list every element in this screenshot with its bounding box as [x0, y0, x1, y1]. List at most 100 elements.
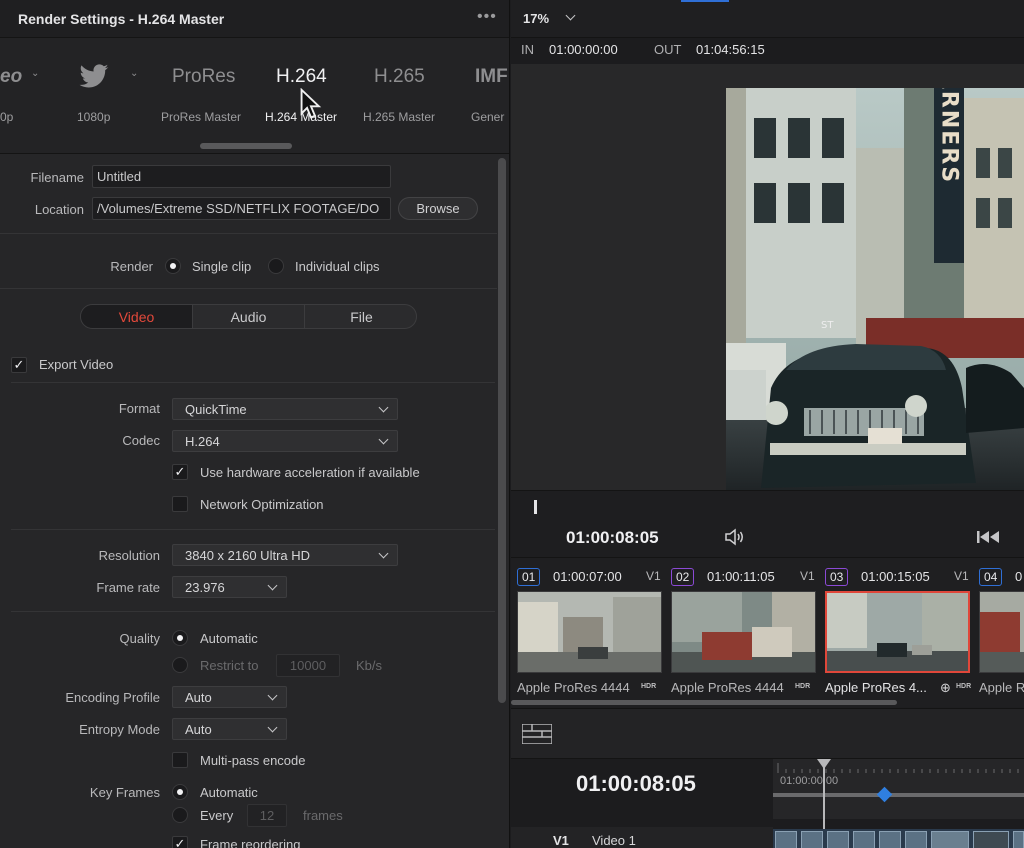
codec-label: Codec: [122, 433, 160, 448]
hw-accel-label: Use hardware acceleration if available: [200, 465, 420, 480]
street-sign: ST: [821, 320, 834, 331]
divider: [11, 611, 495, 612]
zoom-slider-handle[interactable]: [876, 786, 893, 803]
resolution-label: Resolution: [98, 548, 160, 563]
chevron-down-icon: [378, 548, 389, 559]
export-video-checkbox[interactable]: ✓: [11, 357, 27, 373]
viewer-panel: 17% IN 01:00:00:00 OUT 01:04:56:15 ARNER…: [511, 0, 1024, 848]
keyframes-every-radio[interactable]: [172, 807, 188, 823]
clip-strip-scrollbar[interactable]: [511, 700, 897, 705]
chevron-down-icon[interactable]: ⌄: [130, 68, 138, 79]
location-input[interactable]: /Volumes/Extreme SSD/NETFLIX FOOTAGE/DO: [92, 197, 391, 220]
clip-track: V1: [800, 569, 815, 583]
clip-timecode: 01:00:07:00: [553, 569, 622, 584]
clip-04[interactable]: 04 0 Apple R: [973, 558, 1024, 708]
timeline-clip[interactable]: [801, 831, 823, 848]
tab-audio[interactable]: Audio: [193, 305, 305, 328]
video-frame: ARNERS ST: [726, 88, 1024, 490]
preset-label: IMF: [475, 66, 508, 87]
resolution-value: 3840 x 2160 Ultra HD: [185, 548, 311, 563]
preset-scrollbar[interactable]: [200, 143, 292, 149]
hw-accel-checkbox[interactable]: ✓: [172, 464, 188, 480]
timeline-clip[interactable]: [1013, 831, 1024, 848]
timeline-clip[interactable]: [931, 831, 969, 848]
single-clip-radio[interactable]: [165, 258, 181, 274]
format-select[interactable]: QuickTime: [172, 398, 398, 420]
speaker-icon[interactable]: [724, 528, 746, 546]
clip-thumbnail: [979, 591, 1024, 673]
timeline-clip[interactable]: [973, 831, 1009, 848]
playhead-marker[interactable]: [534, 500, 537, 514]
timeline-clip[interactable]: [775, 831, 797, 848]
timeline-clip[interactable]: [905, 831, 927, 848]
key-frames-label: Key Frames: [89, 785, 160, 800]
location-label: Location: [34, 202, 84, 217]
multipass-checkbox[interactable]: [172, 752, 188, 768]
skip-to-start-icon[interactable]: [977, 530, 1001, 544]
render-settings-panel: Render Settings - H.264 Master ••• eo ⌄ …: [0, 0, 510, 848]
clip-thumbnail: [517, 591, 662, 673]
scrubber-bar: 01:00:08:05: [511, 490, 1024, 556]
multipass-label: Multi-pass encode: [200, 753, 306, 768]
codec-select[interactable]: H.264: [172, 430, 398, 452]
browse-button[interactable]: Browse: [398, 197, 478, 220]
zoom-select[interactable]: 17%: [523, 10, 576, 26]
video-viewer[interactable]: ARNERS ST: [511, 64, 1024, 490]
entropy-mode-select[interactable]: Auto: [172, 718, 287, 740]
timeline-timecode: 01:00:08:05: [576, 771, 696, 796]
divider: [0, 288, 497, 289]
quality-automatic-radio[interactable]: [172, 630, 188, 646]
single-clip-label: Single clip: [192, 259, 252, 274]
timeline-clip[interactable]: [853, 831, 875, 848]
timeline-view-icon[interactable]: [522, 724, 552, 744]
clip-01[interactable]: 01 01:00:07:00 V1 Apple ProRes 4444 HDR: [511, 558, 662, 708]
filename-input[interactable]: Untitled: [92, 165, 391, 188]
keyframes-automatic-radio[interactable]: [172, 784, 188, 800]
chevron-down-icon[interactable]: ⌄: [31, 68, 39, 79]
zoom-slider-track[interactable]: [773, 793, 1024, 797]
hdr-badge: HDR: [956, 683, 972, 690]
track-header[interactable]: V1 Video 1: [511, 827, 773, 848]
ruler-timecode: 01:00:00:00: [780, 775, 839, 787]
network-opt-checkbox[interactable]: [172, 496, 188, 512]
timeline-clip[interactable]: [827, 831, 849, 848]
framerate-select[interactable]: 23.976: [172, 576, 287, 598]
clip-02[interactable]: 02 01:00:11:05 V1 Apple ProRes 4444 HDR: [665, 558, 816, 708]
individual-clips-radio[interactable]: [268, 258, 284, 274]
clip-number: 01: [517, 568, 541, 586]
bitrate-input[interactable]: 10000: [276, 654, 340, 677]
encoding-profile-select[interactable]: Auto: [172, 686, 287, 708]
preset-label: H.264: [276, 66, 327, 87]
timeline-ruler[interactable]: 01:00:00:00: [773, 759, 1024, 848]
in-timecode: 01:00:00:00: [549, 42, 618, 57]
more-options-icon[interactable]: •••: [477, 8, 497, 26]
viewer-toolbar: 17%: [511, 0, 1024, 38]
clip-timecode: 01:00:15:05: [861, 569, 930, 584]
clip-03[interactable]: 03 01:00:15:05 V1 Apple ProRes 4... ⊕ HD…: [819, 558, 972, 708]
track-name: Video 1: [592, 833, 636, 848]
bitrate-unit: Kb/s: [356, 658, 383, 673]
clip-strip: 01 01:00:07:00 V1 Apple ProRes 4444 HDR …: [511, 557, 1024, 707]
video-track-clips[interactable]: [773, 829, 1024, 848]
network-opt-label: Network Optimization: [200, 497, 324, 512]
export-video-label: Export Video: [39, 357, 114, 372]
preset-label: H.265: [374, 66, 425, 87]
keyframes-interval-input[interactable]: 12: [247, 804, 287, 827]
timeline-clip[interactable]: [879, 831, 901, 848]
out-timecode: 01:04:56:15: [696, 42, 765, 57]
individual-clips-label: Individual clips: [295, 259, 380, 274]
clip-number: 04: [979, 568, 1003, 586]
encoding-profile-label: Encoding Profile: [65, 690, 160, 705]
keyframes-unit: frames: [303, 808, 343, 823]
resolution-select[interactable]: 3840 x 2160 Ultra HD: [172, 544, 398, 566]
mouse-cursor-icon: [300, 88, 322, 119]
chevron-down-icon: [565, 10, 576, 21]
frame-reordering-checkbox[interactable]: ✓: [172, 836, 188, 848]
tab-file[interactable]: File: [305, 305, 416, 328]
restrict-to-radio[interactable]: [172, 657, 188, 673]
tab-video[interactable]: Video: [81, 305, 193, 328]
clip-number: 02: [671, 568, 695, 586]
clip-track: V1: [646, 569, 661, 583]
settings-scrollbar[interactable]: [498, 158, 506, 703]
divider: [11, 529, 495, 530]
